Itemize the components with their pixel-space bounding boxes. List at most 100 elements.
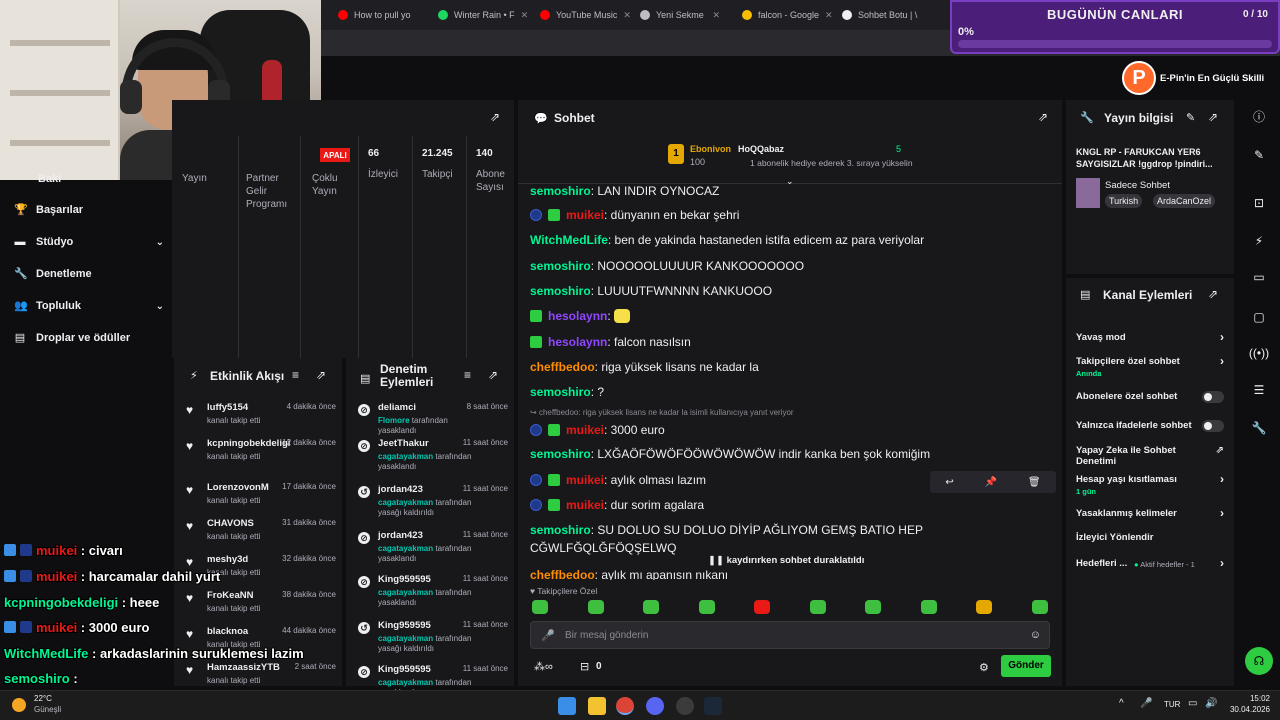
popout-icon[interactable]: ⇗ <box>1038 110 1048 124</box>
mic-icon[interactable]: 🎤 <box>1140 698 1152 709</box>
chat-username[interactable]: muikei <box>566 423 604 437</box>
sidebar-item-community[interactable]: 👥 Topluluk ⌄ <box>14 296 164 316</box>
leader1-name[interactable]: Ebonivon <box>690 144 731 154</box>
chevron-up-icon[interactable]: ^ <box>1119 698 1124 709</box>
chat-message[interactable]: WitchMedLife: ben de yakinda hastaneden … <box>530 231 1050 249</box>
list-item[interactable]: ↺ jordan423 cagatayakman tarafından yasa… <box>356 484 508 524</box>
popout-icon[interactable]: ⇗ <box>490 110 500 124</box>
emote-icon[interactable] <box>754 600 771 614</box>
emote-icon[interactable] <box>643 600 660 614</box>
tag-chip[interactable]: ArdaCanOzel <box>1153 194 1216 208</box>
emote-icon[interactable] <box>1031 600 1048 614</box>
chat-message[interactable]: hesolaynn: falcon nasılsın <box>530 333 1050 351</box>
chat-username[interactable]: hesolaynn <box>548 309 607 323</box>
emote-icon[interactable] <box>532 600 548 614</box>
chat-message[interactable]: semoshiro: LXĞAÖFÖWÖFÖÖWÖWÖWÖW indir kan… <box>530 445 1050 463</box>
chat-message[interactable]: muikei: dur sorim agalara <box>530 496 1050 514</box>
support-icon[interactable]: ☊ <box>1245 647 1273 675</box>
browser-tab[interactable]: Yeni Sekme ✕ <box>630 4 730 26</box>
filter-icon[interactable]: ≡ <box>292 368 299 382</box>
file-explorer-icon[interactable] <box>588 697 606 715</box>
reply-icon[interactable]: ↩ <box>945 477 953 488</box>
list-item[interactable]: ⊘ deliamci Flomore tarafından yasaklandı… <box>356 402 508 442</box>
send-button[interactable]: Gönder <box>1001 655 1051 677</box>
chrome-icon[interactable] <box>616 697 634 715</box>
edit-icon[interactable]: ✎ <box>1186 111 1195 124</box>
browser-tab[interactable]: Winter Rain • F ✕ <box>428 4 528 26</box>
emote-icon[interactable] <box>865 600 882 614</box>
chat-username[interactable]: semoshiro <box>530 523 591 537</box>
document-icon[interactable]: ▭ <box>1248 266 1270 288</box>
browser-tab[interactable]: YouTube Music ✕ <box>530 4 630 26</box>
chat-username[interactable]: semoshiro <box>530 284 591 298</box>
sidebar-item-partial[interactable]: Baki <box>14 172 164 186</box>
obs-icon[interactable] <box>676 697 694 715</box>
chat-icon[interactable]: ▢ <box>1248 306 1270 328</box>
channel-action-item[interactable]: Hedefleri ... ● Aktif hedefler - 1 › <box>1076 557 1224 569</box>
camera-icon[interactable]: ⊡ <box>1248 192 1270 214</box>
language-indicator[interactable]: TUR <box>1164 700 1180 709</box>
channel-action-item[interactable]: Abonelere özel sohbet <box>1076 391 1224 403</box>
discord-icon[interactable] <box>646 697 664 715</box>
channel-action-item[interactable]: Hesap yaşı kısıtlaması 1 gün › <box>1076 473 1224 497</box>
chat-paused-notice[interactable]: ❚❚ kaydırırken sohbet duraklatıldı <box>708 555 864 566</box>
sidebar-item-moderation[interactable]: 🔧 Denetleme <box>14 264 164 284</box>
chat-message[interactable]: semoshiro: ? <box>530 383 1050 401</box>
channel-action-item[interactable]: İzleyici Yönlendir <box>1076 532 1224 543</box>
list-item[interactable]: ♥ kcpningobekdeligi kanalı takip etti 12… <box>184 438 336 472</box>
close-icon[interactable]: ✕ <box>623 10 630 21</box>
sidebar-item-achievements[interactable]: 🏆 Başarılar <box>14 200 164 220</box>
weather-temp[interactable]: 22°C <box>34 694 52 703</box>
popout-icon[interactable]: ⇗ <box>1208 110 1218 124</box>
channel-action-item[interactable]: Takipçilere özel sohbet Anında › <box>1076 355 1224 379</box>
info-icon[interactable]: ⓘ <box>1248 106 1270 128</box>
chat-username[interactable]: semoshiro <box>530 385 591 399</box>
list-item[interactable]: ⊘ JeetThakur cagatayakman tarafından yas… <box>356 438 508 478</box>
chat-message[interactable]: semoshiro: LAN INDIR OYNOCAZ <box>530 185 1050 200</box>
emoji-icon[interactable]: ☺ <box>1030 629 1041 641</box>
emote-icon[interactable] <box>920 600 937 614</box>
browser-tab[interactable]: falcon - Google ✕ <box>732 4 832 26</box>
volume-icon[interactable]: 🔊 <box>1205 698 1217 709</box>
chat-username[interactable]: cheffbedoo <box>530 568 595 580</box>
chat-username[interactable]: hesolaynn <box>548 335 607 349</box>
browser-tab[interactable]: How to pull yo✕ <box>328 4 418 26</box>
leader2-name[interactable]: HoQQabaz <box>738 144 784 154</box>
list-item[interactable]: ⊘ jordan423 cagatayakman tarafından yasa… <box>356 530 508 570</box>
list-item[interactable]: ♥ luffy5154 kanalı takip etti 4 dakika ö… <box>184 402 336 436</box>
wrench-icon[interactable]: 🔧 <box>1248 417 1270 439</box>
pin-icon[interactable]: 📌 <box>985 477 997 488</box>
chat-username[interactable]: muikei <box>566 473 604 487</box>
layout-icon[interactable]: ☰ <box>1248 379 1270 401</box>
channel-action-item[interactable]: Yalnızca ifadelerle sohbet <box>1076 420 1224 432</box>
delete-icon[interactable]: 🗑 <box>1028 477 1041 488</box>
toggle-switch[interactable] <box>1202 420 1224 432</box>
chat-input[interactable]: 🎤 Bir mesaj gönderin ☺ <box>530 621 1050 649</box>
chat-message[interactable]: cheffbedoo: riga yüksek lisans ne kadar … <box>530 358 1050 376</box>
emote-icon[interactable] <box>698 600 715 614</box>
chat-username[interactable]: semoshiro <box>530 447 591 461</box>
chat-message[interactable]: semoshiro: SU DOLUO SU DOLUO DİYİP AĞLIY… <box>530 521 1050 539</box>
popout-icon[interactable]: ⇗ <box>1208 287 1218 301</box>
emote-icon[interactable] <box>976 600 993 614</box>
chat-username[interactable]: semoshiro <box>530 259 591 273</box>
windows-start-icon[interactable] <box>558 697 576 715</box>
toggle-switch[interactable] <box>1202 391 1224 403</box>
chat-message[interactable]: muikei: 3000 euro <box>530 421 1050 439</box>
list-item[interactable]: ♥ FroKeaNN kanalı takip etti 38 dakika ö… <box>184 590 336 624</box>
popout-icon[interactable]: ⇗ <box>316 368 326 382</box>
sidebar-item-drops[interactable]: ▤ Droplar ve ödüller <box>14 328 164 348</box>
chat-username[interactable]: semoshiro <box>530 185 591 198</box>
category-name[interactable]: Sadece Sohbet <box>1105 180 1170 191</box>
chat-message[interactable]: muikei: dünyanın en bekar şehri <box>530 206 1050 224</box>
browser-tab[interactable]: Sohbet Botu | \ <box>832 4 932 26</box>
close-icon[interactable]: ✕ <box>521 10 528 21</box>
channel-action-item[interactable]: Yapay Zeka ile Sohbet Denetimi ⇗ <box>1076 445 1224 467</box>
chat-message[interactable]: hesolaynn: <box>530 307 1050 325</box>
filter-icon[interactable]: ≡ <box>464 368 471 382</box>
popout-icon[interactable]: ⇗ <box>488 368 498 382</box>
chat-username[interactable]: cheffbedoo <box>530 360 595 374</box>
list-item[interactable]: ⊘ King959595 cagatayakman tarafından yas… <box>356 574 508 614</box>
clock-time[interactable]: 15:02 <box>1226 694 1270 703</box>
chat-username[interactable]: muikei <box>566 208 604 222</box>
